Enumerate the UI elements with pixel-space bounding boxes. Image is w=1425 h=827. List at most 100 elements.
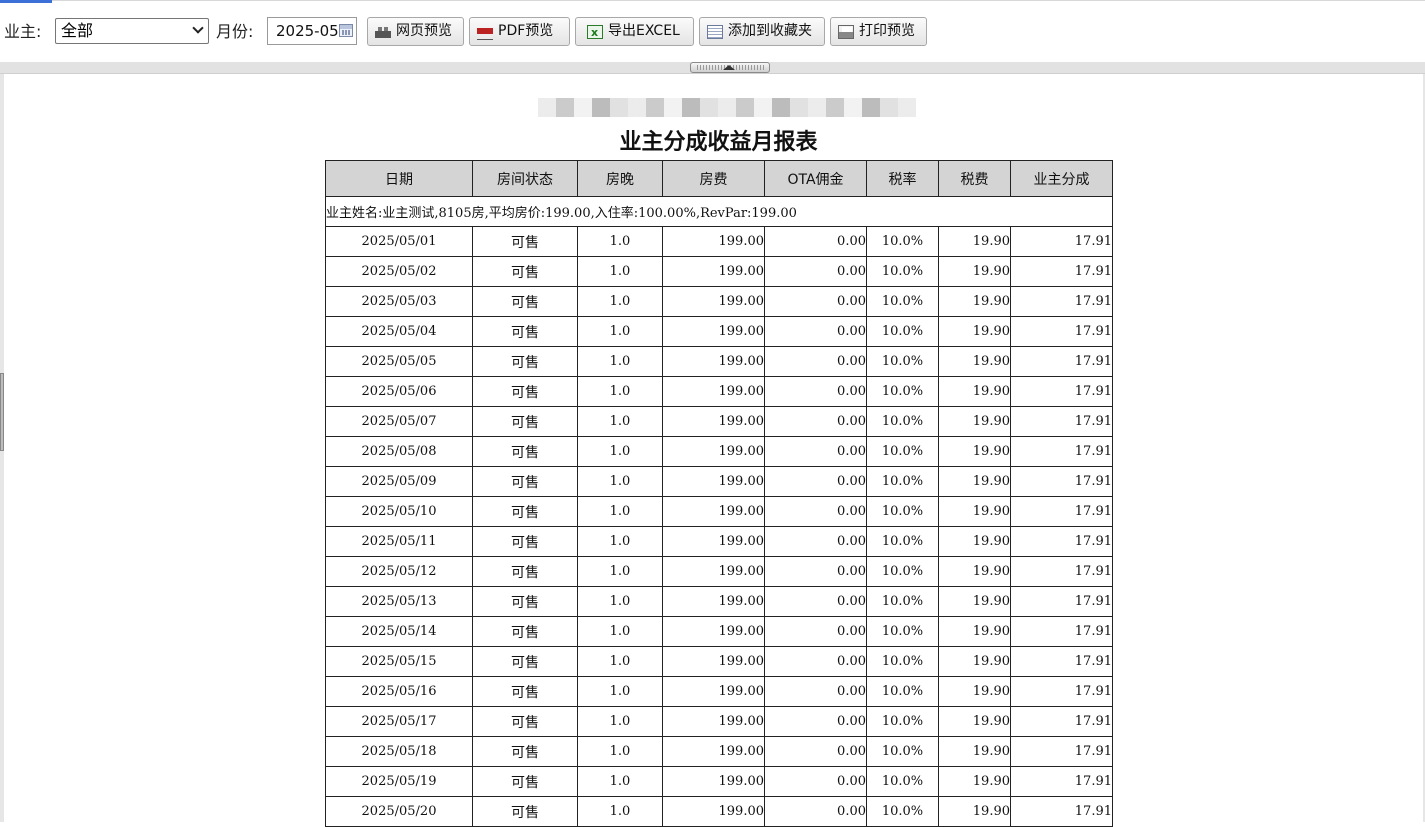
- table-cell: 2025/05/06: [325, 376, 473, 407]
- table-cell: 1.0: [577, 616, 663, 647]
- table-row: 2025/05/05 可售 1.0 199.00 0.00 10.0% 19.90 17.91: [325, 346, 1113, 377]
- table-cell: 可售: [472, 376, 578, 407]
- table-cell: 10.0%: [866, 766, 939, 797]
- table-cell: 19.90: [938, 256, 1011, 287]
- table-cell: 1.0: [577, 466, 663, 497]
- table-cell: 2025/05/14: [325, 616, 473, 647]
- table-cell: 10.0%: [866, 586, 939, 617]
- table-cell: 17.91: [1010, 496, 1113, 527]
- print-preview-label: 打印预览: [859, 23, 915, 39]
- table-cell: 199.00: [662, 526, 765, 557]
- table-cell: 可售: [472, 496, 578, 527]
- table-cell: 2025/05/18: [325, 736, 473, 767]
- favorites-icon: [707, 25, 723, 39]
- add-favorites-label: 添加到收藏夹: [728, 23, 812, 39]
- calendar-icon[interactable]: [339, 24, 353, 37]
- table-cell: 10.0%: [866, 736, 939, 767]
- table-cell: 199.00: [662, 376, 765, 407]
- table-cell: 17.91: [1010, 436, 1113, 467]
- table-cell: 可售: [472, 436, 578, 467]
- table-cell: 10.0%: [866, 526, 939, 557]
- table-cell: 2025/05/20: [325, 796, 473, 827]
- web-preview-button[interactable]: 网页预览: [367, 17, 464, 46]
- table-cell: 1.0: [577, 226, 663, 257]
- left-panel-handle[interactable]: [0, 373, 4, 451]
- table-cell: 199.00: [662, 346, 765, 377]
- table-cell: 0.00: [764, 616, 867, 647]
- table-cell: 199.00: [662, 466, 765, 497]
- table-cell: 17.91: [1010, 766, 1113, 797]
- table-cell: 199.00: [662, 676, 765, 707]
- table-cell: 10.0%: [866, 466, 939, 497]
- table-cell: 19.90: [938, 706, 1011, 737]
- table-header-row: 日期 房间状态 房晚 房费 OTA佣金 税率 税费 业主分成: [325, 160, 1113, 197]
- web-preview-label: 网页预览: [396, 23, 452, 39]
- binoculars-icon: [375, 25, 391, 39]
- table-row: 2025/05/09 可售 1.0 199.00 0.00 10.0% 19.90 17.91: [325, 466, 1113, 497]
- table-cell: 17.91: [1010, 706, 1113, 737]
- table-row: 2025/05/15 可售 1.0 199.00 0.00 10.0% 19.90 17.91: [325, 646, 1113, 677]
- table-cell: 199.00: [662, 406, 765, 437]
- table-cell: 199.00: [662, 646, 765, 677]
- table-cell: 17.91: [1010, 376, 1113, 407]
- collapse-toolbar-handle[interactable]: [690, 62, 770, 73]
- table-cell: 19.90: [938, 376, 1011, 407]
- table-cell: 2025/05/09: [325, 466, 473, 497]
- table-cell: 0.00: [764, 736, 867, 767]
- table-cell: 1.0: [577, 316, 663, 347]
- table-cell: 17.91: [1010, 556, 1113, 587]
- table-cell: 199.00: [662, 316, 765, 347]
- table-cell: 10.0%: [866, 376, 939, 407]
- table-cell: 可售: [472, 316, 578, 347]
- print-preview-button[interactable]: 打印预览: [830, 17, 927, 46]
- table-cell: 199.00: [662, 586, 765, 617]
- table-cell: 17.91: [1010, 676, 1113, 707]
- table-cell: 10.0%: [866, 406, 939, 437]
- table-cell: 1.0: [577, 496, 663, 527]
- table-row: 2025/05/12 可售 1.0 199.00 0.00 10.0% 19.90 17.91: [325, 556, 1113, 587]
- export-excel-button[interactable]: 导出EXCEL: [575, 17, 694, 46]
- column-header: 房费: [662, 160, 765, 197]
- table-cell: 199.00: [662, 736, 765, 767]
- column-header: OTA佣金: [764, 160, 867, 197]
- table-cell: 0.00: [764, 436, 867, 467]
- table-cell: 17.91: [1010, 406, 1113, 437]
- table-cell: 2025/05/08: [325, 436, 473, 467]
- pdf-preview-button[interactable]: PDF预览: [469, 17, 570, 46]
- table-cell: 可售: [472, 466, 578, 497]
- table-cell: 1.0: [577, 706, 663, 737]
- table-cell: 2025/05/12: [325, 556, 473, 587]
- table-cell: 19.90: [938, 736, 1011, 767]
- table-cell: 1.0: [577, 256, 663, 287]
- add-favorites-button[interactable]: 添加到收藏夹: [699, 17, 825, 46]
- table-cell: 10.0%: [866, 496, 939, 527]
- column-header: 税费: [938, 160, 1011, 197]
- table-cell: 10.0%: [866, 316, 939, 347]
- table-cell: 0.00: [764, 346, 867, 377]
- owner-info-row: 业主姓名:业主测试,8105房,平均房价:199.00,入住率:100.00%,…: [325, 196, 1113, 227]
- table-cell: 19.90: [938, 556, 1011, 587]
- table-cell: 2025/05/04: [325, 316, 473, 347]
- owner-select[interactable]: 全部: [55, 18, 209, 44]
- table-cell: 0.00: [764, 796, 867, 827]
- table-cell: 2025/05/03: [325, 286, 473, 317]
- table-cell: 17.91: [1010, 796, 1113, 827]
- table-cell: 1.0: [577, 676, 663, 707]
- table-cell: 19.90: [938, 496, 1011, 527]
- table-cell: 可售: [472, 586, 578, 617]
- report-toolbar: 业主: 全部 月份: 2025-05 网页预览 PDF预览 导出EXCEL 添加…: [0, 3, 1425, 62]
- table-row: 2025/05/19 可售 1.0 199.00 0.00 10.0% 19.90 17.91: [325, 766, 1113, 797]
- table-cell: 可售: [472, 706, 578, 737]
- table-cell: 10.0%: [866, 286, 939, 317]
- month-value: 2025-05: [276, 22, 339, 40]
- table-cell: 199.00: [662, 286, 765, 317]
- table-row: 2025/05/13 可售 1.0 199.00 0.00 10.0% 19.90 17.91: [325, 586, 1113, 617]
- table-cell: 2025/05/15: [325, 646, 473, 677]
- table-cell: 2025/05/01: [325, 226, 473, 257]
- column-header: 税率: [866, 160, 939, 197]
- month-input[interactable]: 2025-05: [267, 17, 357, 45]
- column-header: 业主分成: [1010, 160, 1113, 197]
- table-cell: 19.90: [938, 286, 1011, 317]
- table-cell: 可售: [472, 736, 578, 767]
- table-cell: 可售: [472, 556, 578, 587]
